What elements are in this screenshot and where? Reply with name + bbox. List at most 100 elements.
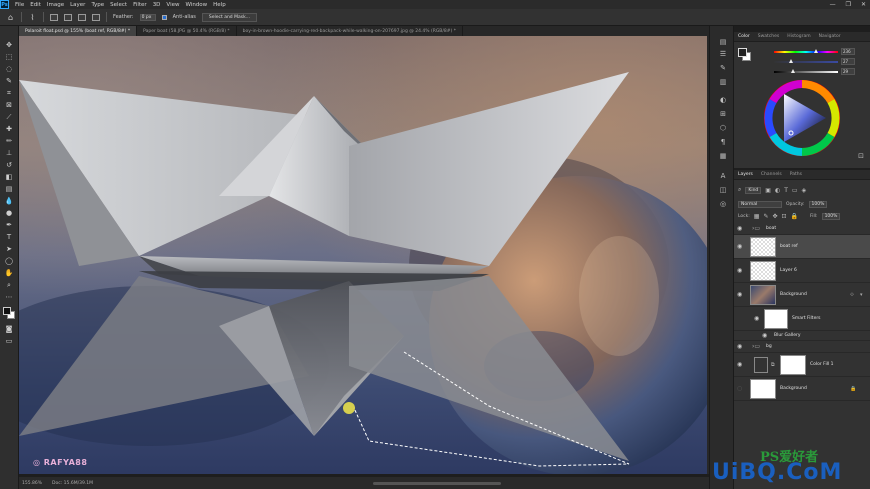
paragraph-icon[interactable]: ¶	[718, 138, 728, 146]
layer-row-background-smart[interactable]: ◉ Background ⟐ ▾	[734, 283, 870, 307]
filter-shape-icon[interactable]: ▭	[792, 187, 798, 194]
menu-edit[interactable]: Edit	[30, 2, 41, 8]
healing-brush-tool-icon[interactable]: ✚	[3, 124, 15, 134]
visibility-eye-icon[interactable]: ◉	[754, 315, 759, 322]
feather-input[interactable]: 0 px	[139, 13, 156, 21]
hue-slider-track[interactable]	[774, 49, 838, 53]
crop-tool-icon[interactable]: ⌗	[3, 88, 15, 98]
history-brush-tool-icon[interactable]: ↺	[3, 160, 15, 170]
add-to-selection-button[interactable]	[64, 13, 72, 21]
type-tool-icon[interactable]: T	[3, 232, 15, 242]
visibility-eye-icon[interactable]: ◉	[737, 243, 742, 250]
menu-select[interactable]: Select	[110, 2, 127, 8]
slider-thumb[interactable]	[789, 59, 794, 63]
screen-mode-icon[interactable]: ▭	[3, 336, 15, 346]
photoshop-logo[interactable]: Ps	[0, 0, 9, 9]
layer-row-color-fill-1[interactable]: ◉ ⧉ Color Fill 1	[734, 353, 870, 377]
tab-histogram[interactable]: Histogram	[787, 34, 810, 39]
layer-filter-select[interactable]: Kind	[745, 186, 762, 194]
intersect-selection-button[interactable]	[92, 13, 100, 21]
menu-filter[interactable]: Filter	[133, 2, 147, 8]
quick-mask-icon[interactable]: ◙	[3, 324, 15, 334]
minimize-button[interactable]: —	[830, 1, 836, 8]
properties-icon[interactable]: ☰	[718, 50, 728, 58]
filter-pixel-icon[interactable]: ▣	[765, 187, 771, 194]
eraser-tool-icon[interactable]: ◧	[3, 172, 15, 182]
styles-icon[interactable]: ⊞	[718, 110, 728, 118]
tab-paper-boat[interactable]: Paper boat (58.JPG @ 50.4% (RGB/8) *	[137, 26, 237, 36]
layer-row-layer-6[interactable]: ◉ Layer 6	[734, 259, 870, 283]
brightness-slider[interactable]: 29	[774, 68, 869, 76]
menu-help[interactable]: Help	[213, 2, 226, 8]
slider-thumb[interactable]	[790, 69, 795, 73]
tab-navigator[interactable]: Navigator	[819, 34, 841, 39]
slider-thumb[interactable]	[814, 49, 819, 53]
visibility-eye-icon[interactable]: ◉	[737, 291, 742, 298]
layer-row-smart-filters[interactable]: ◉ Smart Filters	[734, 307, 870, 331]
tab-swatches[interactable]: Swatches	[758, 34, 780, 39]
layer-row-blur-gallery[interactable]: ◉ Blur Gallery	[734, 331, 870, 341]
foreground-color-swatch[interactable]	[3, 307, 11, 315]
lock-transparent-icon[interactable]: ▦	[754, 213, 760, 220]
filter-smart-icon[interactable]: ◈	[802, 187, 807, 194]
lock-position-icon[interactable]: ✥	[772, 213, 777, 220]
home-icon[interactable]: ⌂	[6, 13, 15, 22]
visibility-eye-icon[interactable]: ◉	[737, 267, 742, 274]
anti-alias-checkbox[interactable]	[161, 14, 167, 20]
menu-file[interactable]: File	[15, 2, 24, 8]
visibility-eye-icon[interactable]: ◉	[737, 343, 742, 350]
menu-3d[interactable]: 3D	[153, 2, 161, 8]
swatches-icon[interactable]: ▦	[718, 152, 728, 160]
pen-tool-icon[interactable]: ✒	[3, 220, 15, 230]
channels-dock-icon[interactable]: ◎	[718, 200, 728, 208]
visibility-eye-icon[interactable]: ◉	[737, 361, 742, 368]
shape-tool-icon[interactable]: ◯	[3, 256, 15, 266]
clone-stamp-tool-icon[interactable]: ⊥	[3, 148, 15, 158]
move-tool-icon[interactable]: ✥	[3, 40, 15, 50]
visibility-eye-hidden-icon[interactable]: ○	[737, 385, 742, 392]
path-selection-tool-icon[interactable]: ➤	[3, 244, 15, 254]
filter-adjustment-icon[interactable]: ◐	[775, 187, 780, 194]
layer-row-bg-group[interactable]: ◉ ›▭ bg	[734, 341, 870, 353]
tab-boy-in-brown-hoodie[interactable]: boy-in-brown-hoodie-carrying-red-backpac…	[237, 26, 463, 36]
fill-input[interactable]: 100%	[821, 212, 841, 220]
brightness-slider-track[interactable]	[774, 69, 838, 73]
color-panel-options-icon[interactable]: ⊡	[858, 152, 864, 160]
lasso-tool-icon[interactable]: ◌	[3, 64, 15, 74]
opacity-input[interactable]: 100%	[808, 200, 828, 208]
visibility-eye-icon[interactable]: ◉	[737, 225, 742, 232]
menu-image[interactable]: Image	[47, 2, 64, 8]
tab-channels[interactable]: Channels	[761, 172, 782, 177]
saturation-slider[interactable]: 27	[774, 58, 869, 66]
canvas-area[interactable]: ◎ RAFYA88	[19, 36, 709, 474]
brightness-value[interactable]: 29	[841, 68, 855, 75]
tab-polaroit-float[interactable]: Polaroit float.psd @ 155% (boat ref, RGB…	[19, 26, 138, 36]
menu-window[interactable]: Window	[185, 2, 207, 8]
hue-slider[interactable]: 236	[774, 48, 869, 56]
cube-3d-icon[interactable]: ⬡	[718, 124, 728, 132]
more-tools-icon[interactable]: ⋯	[3, 292, 15, 302]
lock-pixels-icon[interactable]: ✎	[763, 213, 768, 220]
menu-view[interactable]: View	[166, 2, 179, 8]
dodge-tool-icon[interactable]: ●	[3, 208, 15, 218]
adjustments-icon[interactable]: ◐	[718, 96, 728, 104]
saturation-value[interactable]: 27	[841, 58, 855, 65]
hue-value[interactable]: 236	[841, 48, 855, 55]
horizontal-scrollbar[interactable]	[373, 482, 501, 485]
menu-type[interactable]: Type	[91, 2, 104, 8]
eyedropper-tool-icon[interactable]: ⟋	[3, 112, 15, 122]
hand-tool-icon[interactable]: ✋	[3, 268, 15, 278]
maximize-button[interactable]: ❐	[846, 1, 851, 8]
quick-select-tool-icon[interactable]: ✎	[3, 76, 15, 86]
layer-row-background[interactable]: ○ Background 🔒	[734, 377, 870, 401]
document-canvas[interactable]	[19, 36, 707, 474]
saturation-slider-track[interactable]	[774, 59, 838, 63]
gradient-tool-icon[interactable]: ▤	[3, 184, 15, 194]
blur-tool-icon[interactable]: 💧	[3, 196, 15, 206]
close-button[interactable]: ✕	[861, 1, 866, 8]
layer-row-boat-group[interactable]: ◉ ›▭ boat	[734, 223, 870, 235]
tab-color[interactable]: Color	[738, 34, 750, 39]
polygonal-lasso-tool-icon[interactable]: ⌇	[28, 13, 37, 22]
brush-settings-icon[interactable]: ✎	[718, 64, 728, 72]
layer-row-boat-ref[interactable]: ◉ boat ref	[734, 235, 870, 259]
